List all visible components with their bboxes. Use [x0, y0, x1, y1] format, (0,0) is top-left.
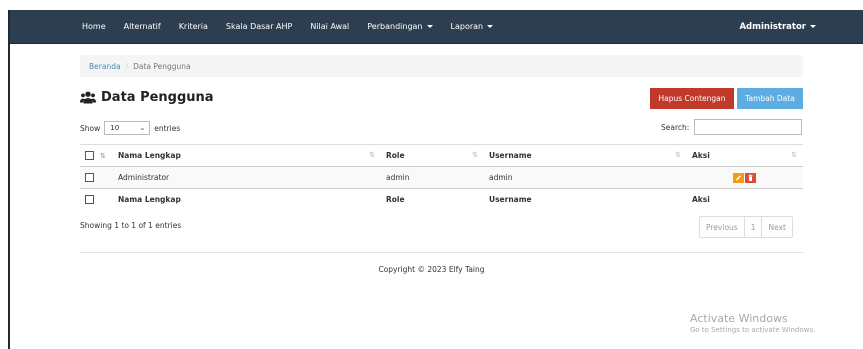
column-header-username[interactable]: Username ⇅	[484, 144, 687, 167]
nav-menu: Home Alternatif Kriteria Skala Dasar AHP…	[82, 10, 511, 43]
column-header-aksi-label: Aksi	[692, 151, 710, 160]
nav-item-perbandingan[interactable]: Perbandingan	[367, 22, 433, 31]
pencil-icon	[736, 174, 741, 180]
sort-icon: ⇅	[472, 151, 478, 159]
caret-down-icon	[426, 25, 433, 28]
cell-aksi	[687, 166, 803, 189]
column-header-nama-label: Nama Lengkap	[118, 151, 181, 160]
breadcrumb-home-link[interactable]: Beranda	[89, 62, 121, 71]
cell-nama: Administrator	[113, 166, 381, 189]
divider	[80, 252, 803, 253]
nav-item-skala-dasar-ahp[interactable]: Skala Dasar AHP	[226, 22, 292, 31]
pagination-page-1[interactable]: 1	[743, 217, 762, 237]
edit-button[interactable]	[733, 172, 744, 183]
page-title-text: Data Pengguna	[101, 90, 214, 105]
footer-copyright: Copyright © 2023 Elfy Taing	[378, 265, 485, 274]
nav-item-laporan-label: Laporan	[450, 22, 484, 31]
select-all-header: ⇅	[80, 144, 113, 167]
nav-item-alternatif[interactable]: Alternatif	[124, 22, 161, 31]
hapus-contengan-button[interactable]: Hapus Contengan	[650, 88, 734, 109]
watermark-title: Activate Windows	[690, 312, 788, 325]
column-header-aksi[interactable]: Aksi ⇅	[687, 144, 803, 167]
search-input[interactable]	[694, 119, 803, 135]
footer-aksi: Aksi	[687, 188, 803, 210]
activate-windows-watermark: Activate Windows Go to Settings to activ…	[690, 312, 815, 334]
pagination-next[interactable]: Next	[761, 217, 791, 237]
breadcrumb-separator: /	[125, 61, 129, 71]
users-table: ⇅ Nama Lengkap ⇅ Role ⇅ Username ⇅ Aksi ⇅ Ad…	[80, 144, 803, 210]
caret-down-icon	[487, 25, 494, 28]
footer-nama: Nama Lengkap	[113, 188, 381, 210]
page-title: Data Pengguna	[80, 90, 214, 105]
table-footer-row: Nama Lengkap Role Username Aksi	[80, 188, 803, 210]
table-header-row: ⇅ Nama Lengkap ⇅ Role ⇅ Username ⇅ Aksi ⇅	[80, 144, 803, 167]
entries-length-control: Show 10 ⌄ entries	[80, 121, 180, 135]
column-header-username-label: Username	[489, 151, 532, 160]
entries-select-value: 10	[110, 124, 120, 132]
footer-role: Role	[381, 188, 484, 210]
screen-edge	[0, 0, 10, 349]
cell-role: admin	[381, 166, 484, 189]
footer-checkbox[interactable]	[85, 195, 94, 205]
table-info: Showing 1 to 1 of 1 entries	[80, 221, 182, 230]
cell-username: admin	[484, 166, 687, 189]
show-label: Show	[80, 123, 101, 133]
chevron-down-icon: ⌄	[139, 124, 146, 132]
sort-icon: ⇅	[791, 151, 797, 159]
column-header-role[interactable]: Role ⇅	[381, 144, 484, 167]
user-menu[interactable]: Administrator	[739, 10, 816, 43]
sort-asc-icon[interactable]: ⇅	[100, 152, 106, 160]
caret-down-icon	[810, 25, 816, 28]
entries-label: entries	[154, 123, 181, 133]
entries-select[interactable]: 10 ⌄	[104, 121, 151, 135]
breadcrumb-current: Data Pengguna	[133, 61, 191, 71]
top-navbar: Home Alternatif Kriteria Skala Dasar AHP…	[10, 10, 863, 44]
delete-button[interactable]	[745, 172, 756, 183]
table-row: Administrator admin admin	[80, 166, 803, 189]
select-all-checkbox[interactable]	[85, 151, 94, 161]
sort-icon: ⇅	[675, 151, 681, 159]
pagination-previous[interactable]: Previous	[700, 217, 744, 237]
column-header-nama[interactable]: Nama Lengkap ⇅	[113, 144, 381, 167]
watermark-subtitle: Go to Settings to activate Windows.	[690, 326, 816, 334]
user-menu-label: Administrator	[739, 21, 806, 32]
column-header-role-label: Role	[386, 151, 405, 160]
search-control: Search:	[661, 119, 803, 135]
nav-item-perbandingan-label: Perbandingan	[367, 22, 423, 31]
pagination: Previous 1 Next	[699, 216, 793, 238]
sort-icon: ⇅	[369, 151, 375, 159]
nav-item-nilai-awal[interactable]: Nilai Awal	[310, 22, 349, 31]
tambah-data-button[interactable]: Tambah Data	[737, 88, 803, 109]
nav-item-home[interactable]: Home	[82, 22, 106, 31]
search-label: Search:	[661, 122, 690, 132]
nav-item-laporan[interactable]: Laporan	[451, 22, 494, 31]
row-select-cell	[80, 166, 113, 189]
row-checkbox[interactable]	[85, 173, 94, 183]
footer-username: Username	[484, 188, 687, 210]
breadcrumb: Beranda / Data Pengguna	[80, 55, 803, 77]
footer-select-cell	[80, 188, 113, 210]
trash-icon	[748, 174, 753, 181]
users-icon	[80, 91, 96, 104]
nav-item-kriteria[interactable]: Kriteria	[179, 22, 208, 31]
